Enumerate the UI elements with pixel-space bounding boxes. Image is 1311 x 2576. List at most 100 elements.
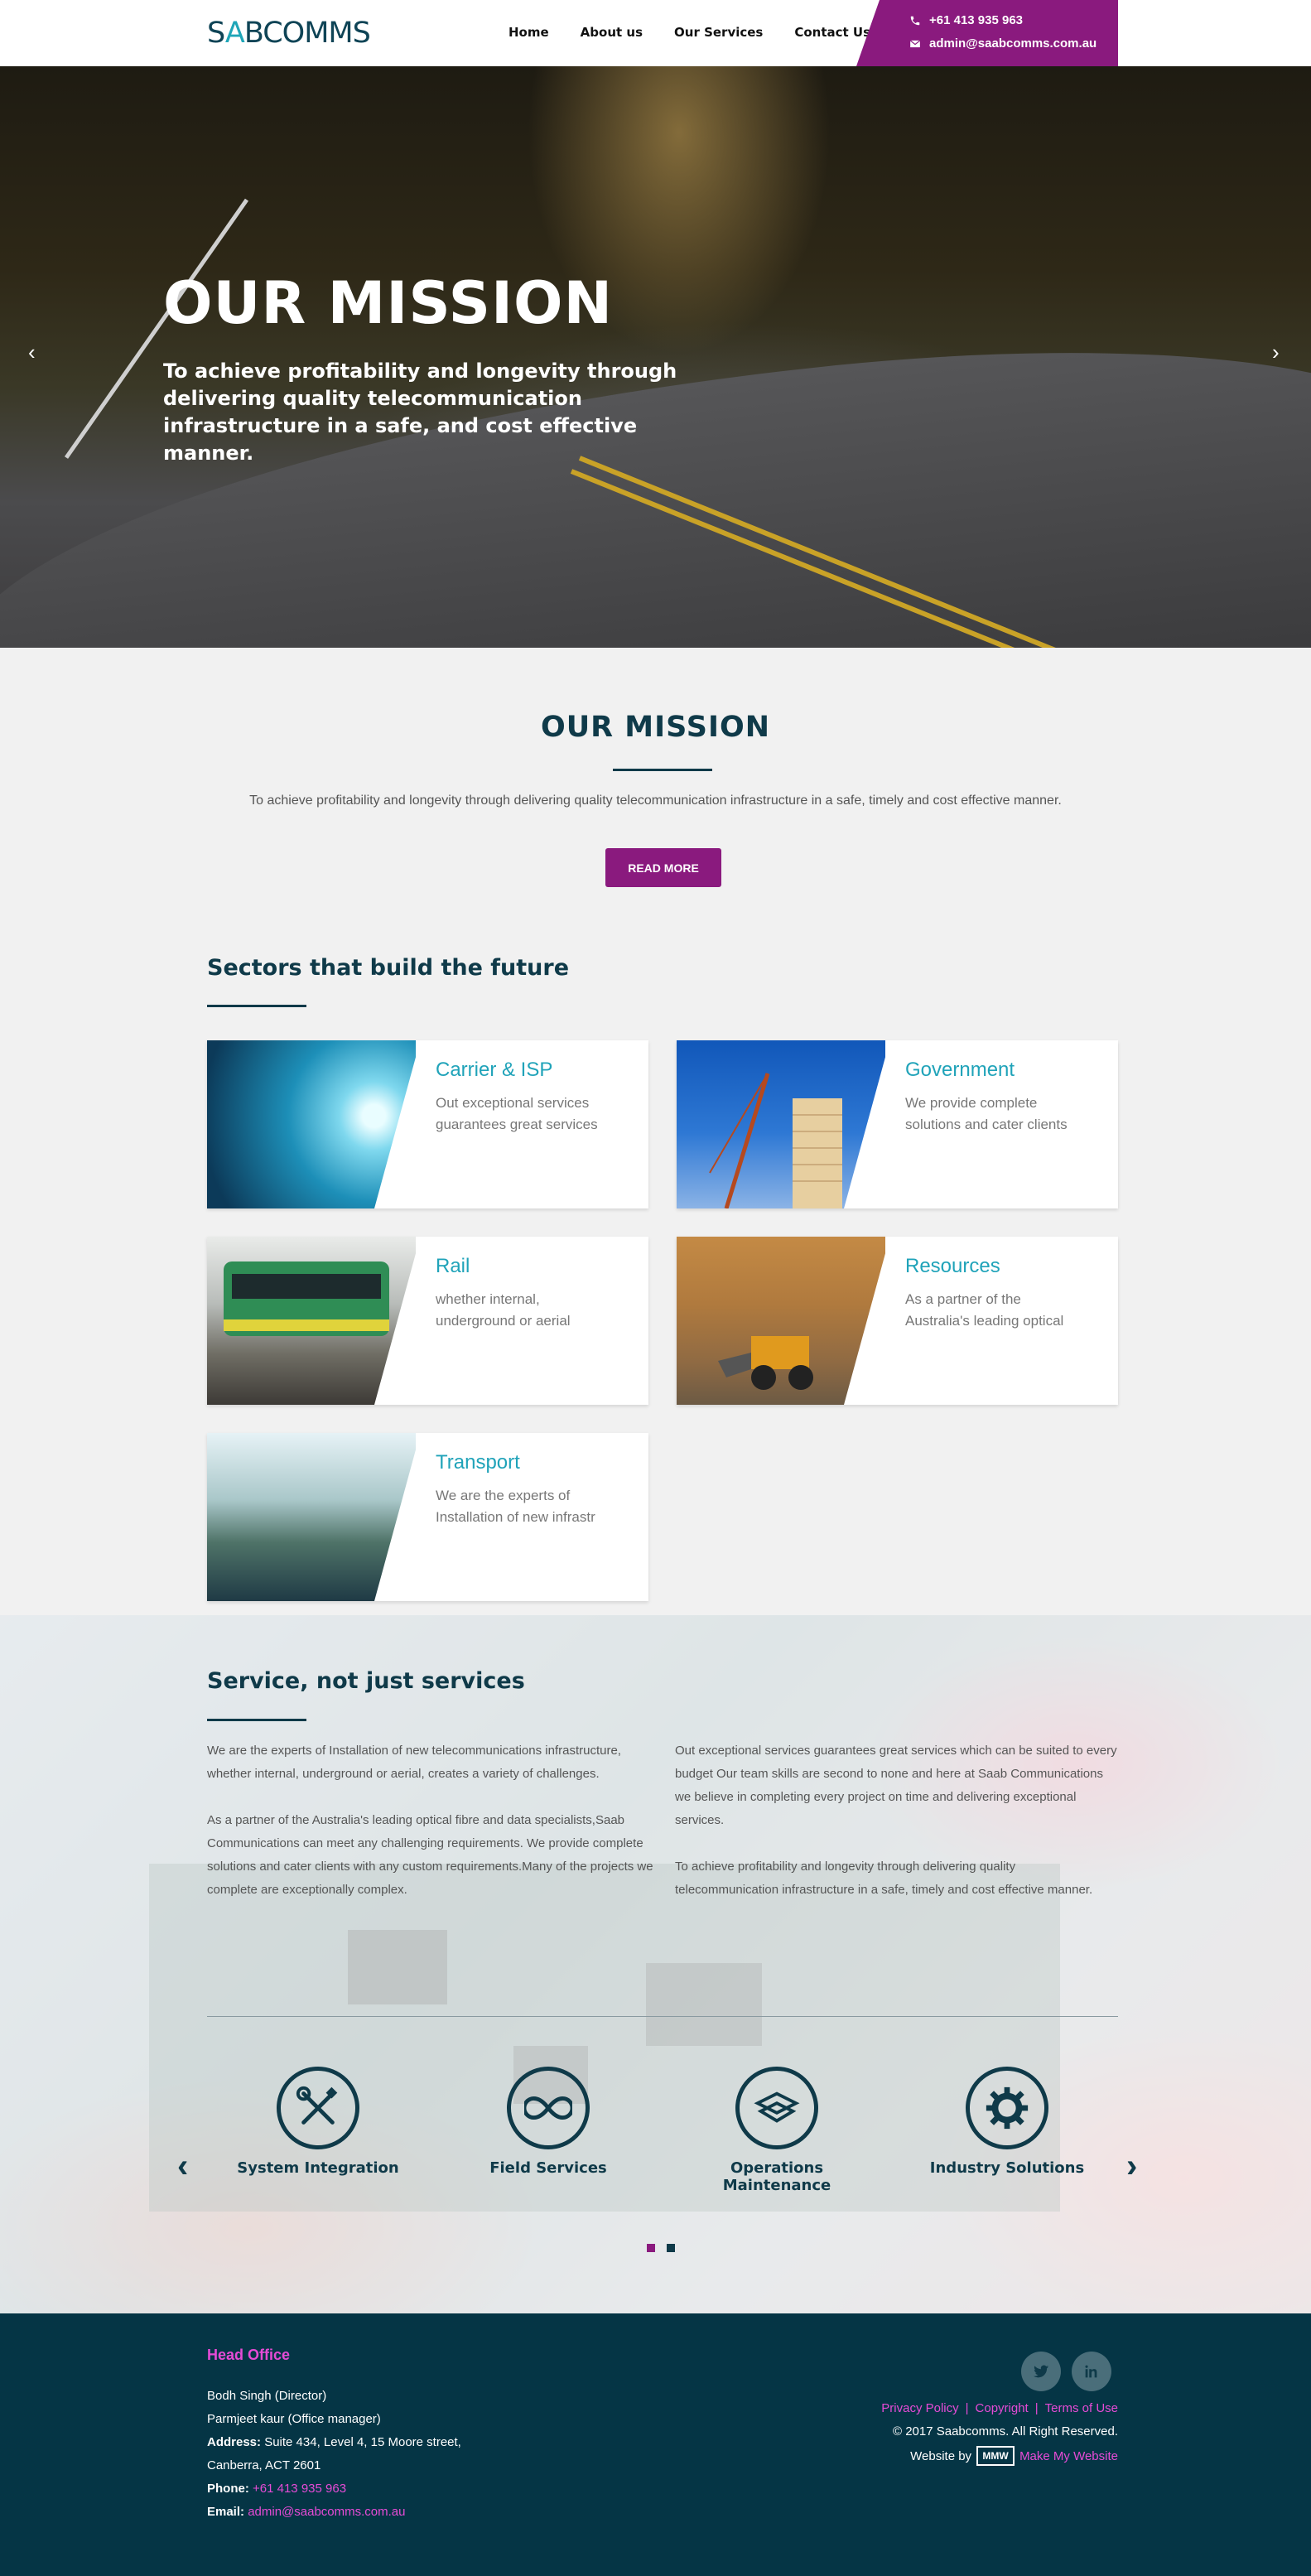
sector-title: Transport	[436, 1451, 520, 1474]
carousel-dot-1[interactable]	[647, 2244, 655, 2252]
address-value: Suite 434, Level 4, 15 Moore street,	[264, 2435, 461, 2449]
sector-card-rail[interactable]: Rail whether internal, underground or ae…	[207, 1237, 648, 1405]
email-label: Email:	[207, 2505, 245, 2519]
mission-title: OUR MISSION	[540, 711, 771, 744]
logo-text-rest: BCOMMS	[243, 17, 371, 50]
services-horizontal-rule	[207, 2016, 1118, 2017]
chevron-left-icon[interactable]: ‹	[28, 340, 36, 365]
logo-text-s: S	[207, 17, 226, 50]
footer-email-line: Email: admin@saabcomms.com.au	[207, 2501, 461, 2524]
crane-building-illustration	[709, 1073, 842, 1208]
sector-image-resources	[677, 1237, 885, 1405]
service-circle	[735, 2067, 818, 2149]
train-illustration	[224, 1261, 389, 1336]
services-paragraph: To achieve profitability and longevity t…	[675, 1860, 1093, 1897]
hero-subtitle: To achieve profitability and longevity t…	[163, 359, 677, 465]
sector-image-rail	[207, 1237, 416, 1405]
footer-address-line: Address: Suite 434, Level 4, 15 Moore st…	[207, 2431, 461, 2454]
services-paragraph: We are the experts of Installation of ne…	[207, 1744, 621, 1781]
tools-icon	[296, 2086, 338, 2125]
sector-desc: We are the experts of Installation of ne…	[436, 1488, 595, 1525]
hero-title: OUR MISSION	[163, 269, 614, 337]
services-background	[0, 1615, 1311, 2313]
site-footer: Head Office Bodh Singh (Director) Parmje…	[0, 2313, 1311, 2576]
carousel-prev-icon[interactable]: ‹	[177, 2148, 188, 2185]
mission-text: To achieve profitability and longevity t…	[249, 794, 1062, 808]
sectors-title: Sectors that build the future	[207, 955, 570, 981]
sector-desc: whether internal, underground or aerial	[436, 1291, 571, 1329]
service-system-integration[interactable]: System Integration	[223, 2067, 413, 2177]
footer-copyright: © 2017 Saabcomms. All Right Reserved.	[892, 2424, 1118, 2439]
sector-desc: As a partner of the Australia's leading …	[905, 1291, 1064, 1329]
nav-home[interactable]: Home	[508, 25, 549, 40]
link-separator: |	[965, 2401, 969, 2415]
carousel-dot-2[interactable]	[667, 2244, 675, 2252]
gear-icon	[986, 2086, 1029, 2130]
footer-email-link[interactable]: admin@saabcomms.com.au	[248, 2505, 405, 2519]
footer-legal-links: Privacy Policy | Copyright | Terms of Use	[881, 2401, 1118, 2415]
sector-title: Resources	[905, 1255, 1000, 1277]
sector-image-carrier	[207, 1040, 416, 1208]
footer-phone-line: Phone: +61 413 935 963	[207, 2477, 461, 2501]
logo[interactable]: SABCOMMS	[207, 17, 371, 50]
sector-desc: We provide complete solutions and cater …	[905, 1095, 1068, 1132]
twitter-icon[interactable]	[1021, 2352, 1061, 2391]
sector-title: Government	[905, 1059, 1015, 1081]
chevron-right-icon[interactable]: ›	[1272, 340, 1280, 365]
header-email[interactable]: admin@saabcomms.com.au	[909, 36, 1097, 51]
services-paragraph: Out exceptional services guarantees grea…	[675, 1744, 1117, 1827]
loader-illustration	[718, 1336, 813, 1390]
mmw-logo[interactable]: MMW	[976, 2446, 1015, 2466]
envelope-icon	[909, 39, 921, 47]
sector-image-government	[677, 1040, 885, 1208]
service-label: Operations Maintenance	[722, 2159, 831, 2194]
footer-person: Bodh Singh (Director)	[207, 2389, 327, 2403]
services-column-right: Out exceptional services guarantees grea…	[675, 1739, 1122, 1925]
read-more-button[interactable]: READ MORE	[605, 848, 721, 887]
infinity-icon	[524, 2096, 572, 2120]
sector-card-transport[interactable]: Transport We are the experts of Installa…	[207, 1433, 648, 1601]
website-by-label: Website by	[910, 2448, 972, 2463]
sector-desc: Out exceptional services guarantees grea…	[436, 1095, 598, 1132]
services-column-left: We are the experts of Installation of ne…	[207, 1739, 654, 1925]
privacy-policy-link[interactable]: Privacy Policy	[881, 2401, 958, 2415]
footer-website-by: Website by MMW Make My Website	[910, 2446, 1118, 2466]
header-phone-text: +61 413 935 963	[929, 13, 1024, 27]
hero-slider: OUR MISSION To achieve profitability and…	[0, 66, 1311, 648]
header-phone[interactable]: +61 413 935 963	[909, 13, 1023, 27]
site-header: SABCOMMS Home About us Our Services Cont…	[0, 0, 1311, 66]
footer-contact-block: Bodh Singh (Director) Parmjeet kaur (Off…	[207, 2385, 461, 2524]
terms-of-use-link[interactable]: Terms of Use	[1045, 2401, 1118, 2415]
make-my-website-link[interactable]: Make My Website	[1019, 2449, 1118, 2463]
sectors-divider	[207, 1005, 306, 1007]
services-title: Service, not just services	[207, 1668, 525, 1694]
twitter-glyph	[1033, 2365, 1049, 2378]
mission-divider	[613, 769, 712, 771]
sector-card-resources[interactable]: Resources As a partner of the Australia'…	[677, 1237, 1118, 1405]
copyright-link[interactable]: Copyright	[976, 2401, 1029, 2415]
sector-card-government[interactable]: Government We provide complete solutions…	[677, 1040, 1118, 1208]
sector-card-carrier[interactable]: Carrier & ISP Out exceptional services g…	[207, 1040, 648, 1208]
carousel-next-icon[interactable]: ›	[1126, 2148, 1137, 2185]
phone-icon	[910, 16, 920, 25]
sector-image-transport	[207, 1433, 416, 1601]
linkedin-icon[interactable]	[1072, 2352, 1111, 2391]
footer-person: Parmjeet kaur (Office manager)	[207, 2412, 381, 2426]
nav-our-services[interactable]: Our Services	[674, 25, 763, 40]
main-nav: Home About us Our Services Contact Us	[508, 25, 902, 40]
footer-phone-link[interactable]: +61 413 935 963	[253, 2482, 346, 2496]
header-contact-box: +61 413 935 963 admin@saabcomms.com.au	[856, 0, 1118, 66]
service-industry-solutions[interactable]: Industry Solutions	[912, 2067, 1102, 2177]
nav-contact-us[interactable]: Contact Us	[794, 25, 870, 40]
nav-about-us[interactable]: About us	[581, 25, 643, 40]
hero-road-shape	[0, 304, 1311, 648]
logo-text-a: A	[224, 17, 245, 50]
footer-address-line-2: Canberra, ACT 2601	[207, 2458, 321, 2472]
footer-head-office: Head Office	[207, 2347, 291, 2363]
service-circle	[277, 2067, 359, 2149]
service-field-services[interactable]: Field Services	[453, 2067, 643, 2177]
linkedin-glyph	[1085, 2365, 1097, 2378]
service-operations-maintenance[interactable]: Operations Maintenance	[682, 2067, 872, 2194]
service-label: Industry Solutions	[929, 2159, 1085, 2177]
services-divider	[207, 1719, 306, 1721]
